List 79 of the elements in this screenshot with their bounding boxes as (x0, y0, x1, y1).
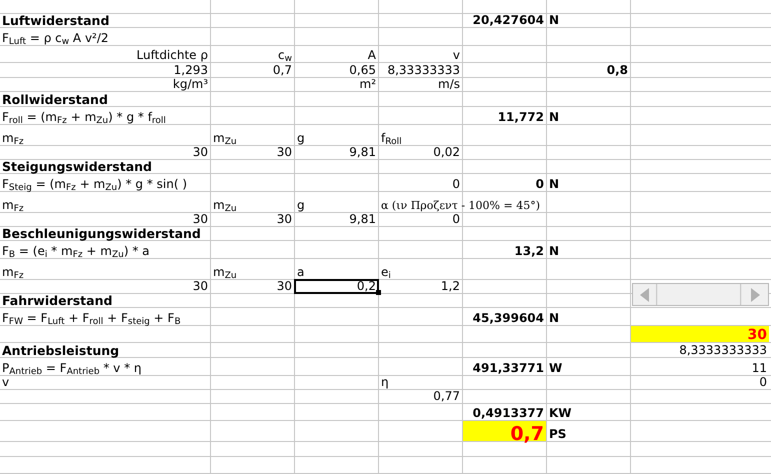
cell-value: 30 (276, 146, 293, 159)
cell-value: 0,2 (295, 280, 378, 293)
horizontal-scrollbar[interactable] (632, 283, 769, 306)
right-arrow-icon (750, 288, 760, 302)
cell-value: 1,2 (440, 280, 461, 293)
cell-label: kg/m³ (172, 78, 209, 91)
formula-text: F$_{Luft}$ = ρ c$_{w}$ A v²/2 (1, 30, 110, 45)
symbol-label: η (380, 376, 390, 389)
cell-value: 11 (750, 360, 768, 375)
symbol-label: m$_{Zu}$ (212, 264, 238, 279)
result-value: 13,2 (513, 243, 545, 258)
unit-label: PS (548, 426, 568, 441)
result-value: 0 (534, 176, 545, 191)
symbol-label: m$_{Zu}$ (212, 130, 238, 145)
cell-value: 0 (758, 376, 768, 389)
symbol-label: f$_{Roll}$ (380, 130, 403, 145)
cell-value: 30 (192, 280, 209, 293)
result-value: 20,427604 (472, 14, 545, 27)
scroll-right-button[interactable] (742, 284, 768, 305)
cell-value: 30 (192, 213, 209, 226)
section-title: Rollwiderstand (1, 92, 109, 106)
cell-value: 30 (276, 213, 293, 226)
symbol-label: m$_{Fz}$ (1, 197, 25, 212)
highlight-value: 0,7 (463, 421, 546, 441)
cell-label: m/s (437, 78, 461, 91)
symbol-label: m$_{Fz}$ (1, 130, 25, 145)
cell-value: 0,02 (432, 146, 461, 159)
cell-label: v (452, 47, 461, 62)
result-value: 11,772 (496, 109, 545, 124)
cell-value: 0 (451, 176, 461, 191)
symbol-label: m$_{Fz}$ (1, 264, 25, 279)
section-title: Luftwiderstand (1, 14, 110, 27)
unit-label: KW (548, 405, 573, 420)
unit-label: N (548, 14, 560, 27)
cell-label: c$_{w}$ (277, 47, 293, 62)
unit-label: N (548, 109, 560, 124)
highlight-value: 30 (631, 326, 769, 342)
cell-value: 9,81 (348, 213, 377, 226)
cell-value: 0,7 (272, 63, 293, 77)
cell-label: Luftdichte ρ (136, 47, 209, 62)
cell-value: 0 (451, 213, 461, 226)
cell-value: 0,65 (348, 63, 377, 77)
unit-label: W (548, 360, 564, 375)
cell-label: A (366, 47, 377, 62)
symbol-label: m$_{Zu}$ (212, 197, 238, 212)
formula-text: F$_{B}$ = (e$_{i}$ * m$_{Fz}$ + m$_{Zu}$) * a (1, 243, 151, 258)
result-value: 0,8 (606, 63, 629, 77)
cell-value: 0,77 (432, 390, 461, 403)
scroll-left-button[interactable] (633, 284, 657, 305)
formula-text: F$_{roll}$ = (m$_{Fz}$ + m$_{Zu}$) * g * f$_{roll}$ (1, 109, 167, 124)
section-title: Beschleunigungswiderstand (1, 227, 202, 240)
scrollbar-thumb[interactable] (658, 284, 741, 305)
unit-label: N (548, 176, 560, 191)
result-value: 491,33771 (472, 360, 545, 375)
cell-value: 30 (276, 280, 293, 293)
symbol-label: v (1, 376, 10, 389)
cell-value: 8,3333333333 (678, 343, 768, 357)
left-arrow-icon (640, 288, 649, 302)
section-title: Fahrwiderstand (1, 294, 114, 307)
unit-label: N (548, 243, 560, 258)
cell-value: 30 (192, 146, 209, 159)
symbol-label: e$_{i}$ (380, 264, 392, 279)
note-text: α (ιν Προζεντ - 100% = 45°) (380, 198, 541, 212)
unit-label: N (548, 310, 560, 325)
result-value: 0,4913377 (472, 405, 545, 420)
fill-handle[interactable] (376, 290, 381, 295)
result-value: 45,399604 (472, 310, 545, 325)
formula-text: F$_{Steig}$ = (m$_{Fz}$ + m$_{Zu}$) * g * sin( ) (1, 176, 188, 191)
section-title: Steigungswiderstand (1, 160, 153, 173)
formula-text: F$_{FW}$ = F$_{Luft}$ + F$_{roll}$ + F$_{steig}$ + F$_{B}$ (1, 310, 182, 325)
cell-value: 8,33333333 (386, 63, 461, 77)
symbol-label: a (296, 264, 306, 279)
symbol-label: g (296, 130, 306, 145)
symbol-label: g (296, 197, 306, 212)
cell-value: 1,293 (172, 63, 209, 77)
formula-text: P$_{Antrieb}$ = F$_{Antrieb}$ * v * η (1, 360, 142, 375)
cell-value: 9,81 (348, 146, 377, 159)
cell-label: m² (358, 78, 377, 91)
section-title: Antriebsleistung (1, 343, 120, 357)
